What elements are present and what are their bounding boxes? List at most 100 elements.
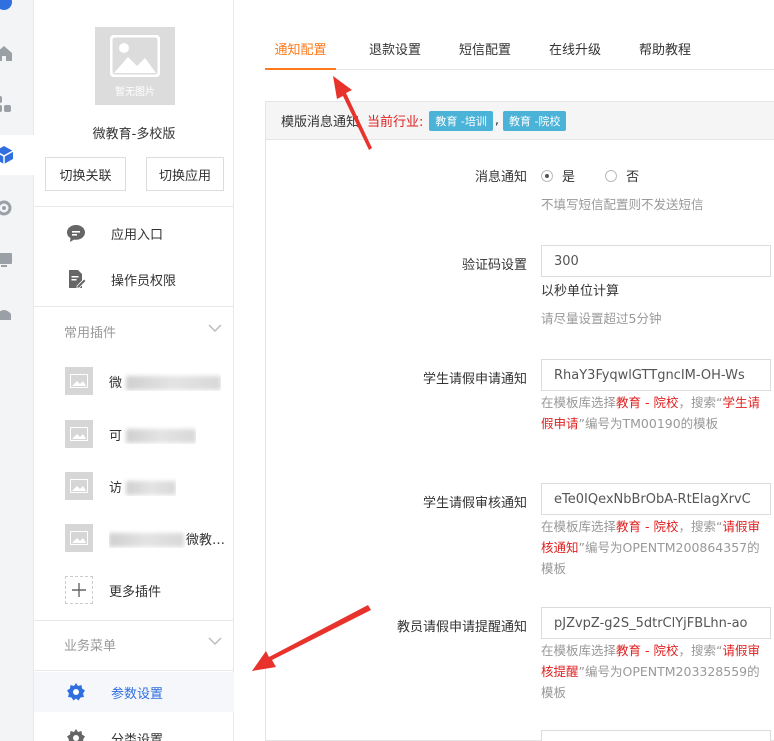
menu-item-label: 应用入口 <box>111 227 164 243</box>
redacted-text <box>126 429 197 443</box>
help-highlight: 教育 - 院校 <box>616 643 679 658</box>
verify-code-label: 验证码设置 <box>461 258 527 273</box>
switch-link-button[interactable]: 切换关联 <box>45 157 126 191</box>
plugin-item[interactable]: 可 <box>34 414 234 454</box>
industry-label: 当前行业: <box>367 115 424 130</box>
section-title: 常用插件 <box>64 325 117 341</box>
badge-separator: , <box>494 113 500 128</box>
radio-label: 否 <box>626 170 640 185</box>
verify-code-input[interactable]: 300 <box>541 245 771 277</box>
student-leave-review-label: 学生请假审核通知 <box>422 496 527 511</box>
student-leave-apply-input[interactable]: RhaY3FyqwlGTTgncIM-OH-Ws <box>541 359 771 391</box>
menu-item-category-settings[interactable]: 分类设置 <box>34 718 234 741</box>
panel-header: 模版消息通知 当前行业: 教育 -培训 , 教育 -院校 <box>266 102 774 140</box>
page: 暂无图片 微教育-多校版 切换关联 切换应用 应用入口 操作员权限 常用插件 微 <box>0 0 774 741</box>
student-leave-apply-help: 在模板库选择教育 - 院校，搜索“学生请假申请”编号为TM00190的模板 <box>541 392 771 434</box>
divider <box>34 670 234 671</box>
panel-title: 模版消息通知 <box>281 115 360 130</box>
common-plugins-section[interactable]: 常用插件 <box>34 309 234 353</box>
app-logo: 暂无图片 <box>95 27 175 105</box>
radio-label: 是 <box>562 170 576 185</box>
menu-item-label: 参数设置 <box>111 686 164 702</box>
student-leave-review-help: 在模板库选择教育 - 院校，搜索“请假审核通知”编号为OPENTM2008643… <box>541 516 771 579</box>
user-icon[interactable] <box>0 292 34 332</box>
more-plugins-label: 更多插件 <box>109 584 162 600</box>
cube-icon[interactable] <box>0 135 34 175</box>
plugin-label: 微教… <box>186 532 224 548</box>
tab-notification-config[interactable]: 通知配置 <box>265 28 336 70</box>
plugin-label: 可 <box>109 428 123 444</box>
tab-online-upgrade[interactable]: 在线升级 <box>549 28 601 69</box>
settings-icon[interactable] <box>0 188 34 228</box>
teacher-leave-remind-help: 在模板库选择教育 - 院校，搜索“请假审核提醒”编号为OPENTM2033285… <box>541 640 771 703</box>
message-notice-help: 不填写短信配置则不发送短信 <box>541 197 704 212</box>
more-plugins-button[interactable]: 更多插件 <box>34 570 234 610</box>
app-sidebar: 暂无图片 微教育-多校版 切换关联 切换应用 应用入口 操作员权限 常用插件 微 <box>34 0 234 741</box>
verify-code-unit-note: 以秒单位计算 <box>541 284 620 299</box>
industry-badge: 教育 -院校 <box>503 110 567 131</box>
menu-item-parameter-settings[interactable]: 参数设置 <box>34 672 234 712</box>
menu-item-operator-permission[interactable]: 操作员权限 <box>34 259 234 299</box>
help-text: 在模板库选择 <box>541 519 617 534</box>
plugin-item[interactable]: 微教… <box>34 518 234 558</box>
student-leave-review-input[interactable]: eTe0IQexNbBrObA-RtElagXrvC <box>541 483 771 515</box>
plugin-item[interactable]: 访 <box>34 466 234 506</box>
redacted-text <box>109 533 184 547</box>
gear-icon <box>65 728 87 741</box>
chat-bubble-icon <box>65 223 87 243</box>
image-placeholder-icon <box>65 367 93 395</box>
divider <box>34 620 234 621</box>
divider <box>34 206 234 207</box>
logo-caption: 暂无图片 <box>115 86 155 98</box>
grid-icon[interactable] <box>0 84 34 124</box>
help-text: ，搜索“ <box>678 395 723 410</box>
divider <box>34 306 234 307</box>
app-name: 微教育-多校版 <box>92 127 176 142</box>
home-icon[interactable] <box>0 33 34 73</box>
menu-item-label: 分类设置 <box>111 732 164 741</box>
help-text: 在模板库选择 <box>541 395 617 410</box>
image-placeholder-icon <box>65 472 93 500</box>
tab-refund-settings[interactable]: 退款设置 <box>369 28 421 69</box>
help-highlight: 教育 - 院校 <box>616 519 679 534</box>
plus-icon <box>65 576 93 604</box>
help-text: ，搜索“ <box>678 643 723 658</box>
redacted-text <box>126 376 222 390</box>
help-highlight: 教育 - 院校 <box>616 395 679 410</box>
plugin-label: 微 <box>109 375 123 391</box>
chevron-down-icon <box>208 637 222 646</box>
teacher-leave-remind-input[interactable]: pJZvpZ-g2S_5dtrClYjFBLhn-ao <box>541 607 771 639</box>
template-notice-panel: 模版消息通知 当前行业: 教育 -培训 , 教育 -院校 消息通知 是 否 不填… <box>265 101 774 741</box>
rail-top-icon[interactable] <box>0 0 34 22</box>
help-text: 在模板库选择 <box>541 643 617 658</box>
tab-sms-config[interactable]: 短信配置 <box>459 28 511 69</box>
radio-yes[interactable]: 是 <box>541 166 575 185</box>
plugin-item[interactable]: 微 <box>34 361 234 401</box>
business-menu-section[interactable]: 业务菜单 <box>34 622 234 666</box>
document-edit-icon <box>65 269 87 289</box>
menu-item-label: 操作员权限 <box>111 273 177 289</box>
verify-code-help: 请尽量设置超过5分钟 <box>541 311 662 326</box>
help-text: ，搜索“ <box>678 519 723 534</box>
icon-rail <box>0 0 34 741</box>
switch-app-button[interactable]: 切换应用 <box>146 157 224 191</box>
section-title: 业务菜单 <box>64 638 117 654</box>
settings-tabs: 通知配置 退款设置 短信配置 在线升级 帮助教程 <box>265 28 774 70</box>
menu-item-app-entry[interactable]: 应用入口 <box>34 213 234 253</box>
image-placeholder-icon <box>65 420 93 448</box>
image-placeholder-icon <box>65 524 93 552</box>
chevron-down-icon <box>208 324 222 333</box>
student-leave-apply-label: 学生请假申请通知 <box>422 372 527 387</box>
image-placeholder-icon <box>110 34 160 77</box>
monitor-icon[interactable] <box>0 240 34 280</box>
radio-no[interactable]: 否 <box>605 166 639 185</box>
radio-dot <box>541 169 553 182</box>
next-field-input[interactable] <box>541 730 771 741</box>
radio-dot <box>605 169 618 182</box>
message-notice-label: 消息通知 <box>474 170 527 185</box>
plugin-label: 访 <box>109 480 123 496</box>
gear-icon <box>65 682 87 702</box>
message-notice-radio-group: 是 否 <box>541 166 665 186</box>
tab-help-tutorial[interactable]: 帮助教程 <box>639 28 691 69</box>
redacted-text <box>126 481 177 495</box>
